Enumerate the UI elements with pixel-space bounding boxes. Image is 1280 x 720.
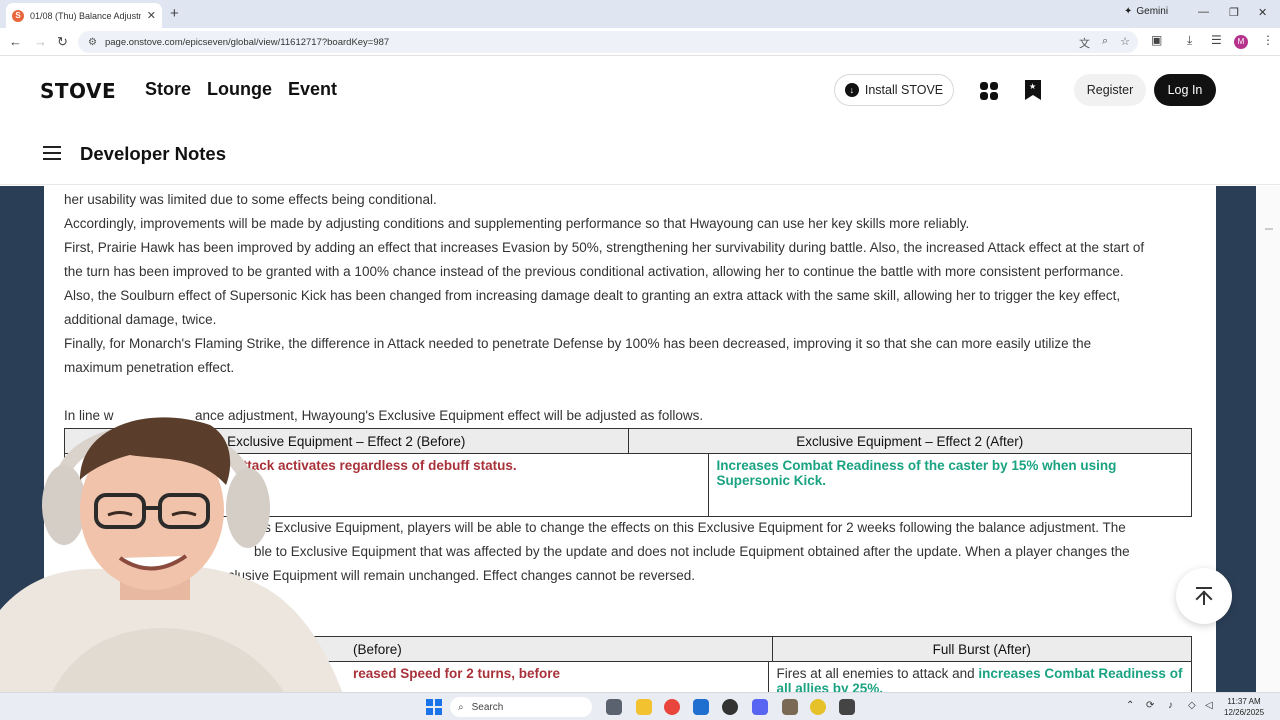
network-app-icon[interactable]: ⟳ xyxy=(1146,700,1154,711)
paragraph-line: Accordingly, improvements will be made b… xyxy=(64,216,970,231)
install-label: Install STOVE xyxy=(864,83,944,97)
login-button[interactable]: Log In xyxy=(1154,74,1216,106)
webcam-overlay xyxy=(0,417,352,720)
tab-title: 01/08 (Thu) Balance Adjustmen xyxy=(30,10,141,21)
taskbar-clock[interactable]: 11:37 AM 12/26/2025 xyxy=(1224,696,1264,718)
zoom-icon[interactable]: ⌕ xyxy=(1102,35,1108,51)
bookmark-star-glyph-icon: ★ xyxy=(1029,82,1037,91)
forward-icon[interactable]: → xyxy=(34,34,47,49)
gemini-sparkle-icon: ✦ xyxy=(1124,6,1133,17)
close-window-icon[interactable]: ✕ xyxy=(1258,6,1267,19)
main-nav: Store Lounge Event xyxy=(145,79,337,100)
tab-search-icon[interactable]: ▣ xyxy=(1151,33,1162,47)
gemini-label: Gemini xyxy=(1136,6,1169,17)
game-app-icon[interactable] xyxy=(782,699,798,715)
epic-seven-app-icon[interactable] xyxy=(839,699,855,715)
scrollbar-thumb[interactable] xyxy=(1265,228,1273,230)
volume-icon[interactable]: ◁ xyxy=(1205,700,1213,711)
paragraph-line: her usability was limited due to some ef… xyxy=(64,192,437,207)
search-icon: ⌕ xyxy=(458,701,464,713)
stove-favicon-icon: S xyxy=(12,9,24,22)
nav-lounge[interactable]: Lounge xyxy=(207,79,272,100)
paragraph-line: maximum penetration effect. xyxy=(64,360,235,375)
arrow-up-icon xyxy=(1196,587,1212,589)
browser-tab[interactable]: S 01/08 (Thu) Balance Adjustmen ✕ xyxy=(6,3,162,28)
after-effect-text: Increases Combat Readiness of the caster… xyxy=(707,454,1192,516)
microphone-icon[interactable]: ♪ xyxy=(1168,700,1173,711)
new-tab-button[interactable]: + xyxy=(170,5,179,22)
paragraph-line: the turn has been improved to be granted… xyxy=(64,264,1124,279)
notice-line: ble to Exclusive Equipment that was affe… xyxy=(254,544,1130,559)
nav-event[interactable]: Event xyxy=(288,79,337,100)
wifi-icon[interactable]: ◇ xyxy=(1188,700,1196,711)
download-icon[interactable]: ⤓ xyxy=(1187,33,1192,48)
more-menu-icon[interactable]: ⋮ xyxy=(1262,33,1274,47)
back-icon[interactable]: ← xyxy=(9,34,22,49)
after-skill-text: Fires at all enemies to attack and xyxy=(776,666,979,681)
download-circle-icon: ↓ xyxy=(844,83,859,97)
table-header-after: Full Burst (After) xyxy=(771,637,1192,661)
browser-toolbar: ← → ↻ ⚙ page.onstove.com/epicseven/globa… xyxy=(0,28,1280,56)
section-title: Developer Notes xyxy=(80,143,226,164)
outlook-icon[interactable] xyxy=(693,699,709,715)
address-bar[interactable]: ⚙ page.onstove.com/epicseven/global/view… xyxy=(78,31,1138,53)
bookmark-star-icon[interactable]: ☆ xyxy=(1120,35,1130,51)
minimize-icon[interactable]: — xyxy=(1198,6,1209,18)
clock-date: 12/26/2025 xyxy=(1224,708,1265,717)
taskbar-search-label: Search xyxy=(471,701,504,713)
scrollbar-track[interactable] xyxy=(1256,186,1280,692)
discord-icon[interactable] xyxy=(752,699,768,715)
profile-avatar[interactable]: M xyxy=(1234,35,1248,49)
nav-store[interactable]: Store xyxy=(145,79,191,100)
taskbar-search[interactable]: ⌕ Search xyxy=(450,697,592,717)
notice-line: g's Exclusive Equipment, players will be… xyxy=(254,520,1126,535)
file-explorer-icon[interactable] xyxy=(636,699,652,715)
clock-time: 11:37 AM xyxy=(1227,697,1261,706)
games-grid-icon[interactable] xyxy=(980,82,998,100)
utility-app-icon[interactable] xyxy=(810,699,826,715)
after-skill-cell: Fires at all enemies to attack and incre… xyxy=(767,662,1192,692)
site-info-icon[interactable]: ⚙ xyxy=(88,37,97,48)
gemini-button[interactable]: ✦ Gemini xyxy=(1124,6,1168,17)
stove-logo[interactable]: STOVE xyxy=(40,79,116,103)
tray-chevron-icon[interactable]: ⌃ xyxy=(1126,700,1134,711)
paragraph-line: Finally, for Monarch's Flaming Strike, t… xyxy=(64,336,1092,351)
url-text: page.onstove.com/epicseven/global/view/1… xyxy=(104,36,390,48)
arrow-up-head xyxy=(1195,590,1213,608)
translate-icon[interactable]: 文 xyxy=(1079,35,1090,51)
reload-icon[interactable]: ↻ xyxy=(57,34,68,50)
paragraph-line: First, Prairie Hawk has been improved by… xyxy=(64,240,1145,255)
close-tab-icon[interactable]: ✕ xyxy=(147,9,156,22)
restore-icon[interactable]: ❐ xyxy=(1229,6,1239,19)
site-header: STOVE Store Lounge Event ↓ Install STOVE… xyxy=(0,57,1280,185)
reading-list-icon[interactable]: ☰ xyxy=(1211,33,1222,47)
browser-tab-bar: S 01/08 (Thu) Balance Adjustmen ✕ + ✦ Ge… xyxy=(0,0,1280,28)
task-view-icon[interactable] xyxy=(606,699,622,715)
chrome-icon[interactable] xyxy=(664,699,680,715)
paragraph-line: additional damage, twice. xyxy=(64,312,217,327)
back-to-top-button[interactable] xyxy=(1176,568,1232,624)
paragraph-line: Also, the Soulburn effect of Supersonic … xyxy=(64,288,1121,303)
windows-start-icon[interactable] xyxy=(426,699,442,715)
windows-taskbar: ⌕ Search ⌃ ⟳ ♪ ◇ ◁ 11:37 AM 12/26/2025 xyxy=(0,692,1280,720)
register-button[interactable]: Register xyxy=(1074,74,1146,106)
hamburger-menu-icon[interactable] xyxy=(43,146,61,160)
install-stove-button[interactable]: ↓ Install STOVE xyxy=(834,74,954,106)
obs-icon[interactable] xyxy=(722,699,738,715)
table-header-after: Exclusive Equipment – Effect 2 (After) xyxy=(627,429,1192,453)
